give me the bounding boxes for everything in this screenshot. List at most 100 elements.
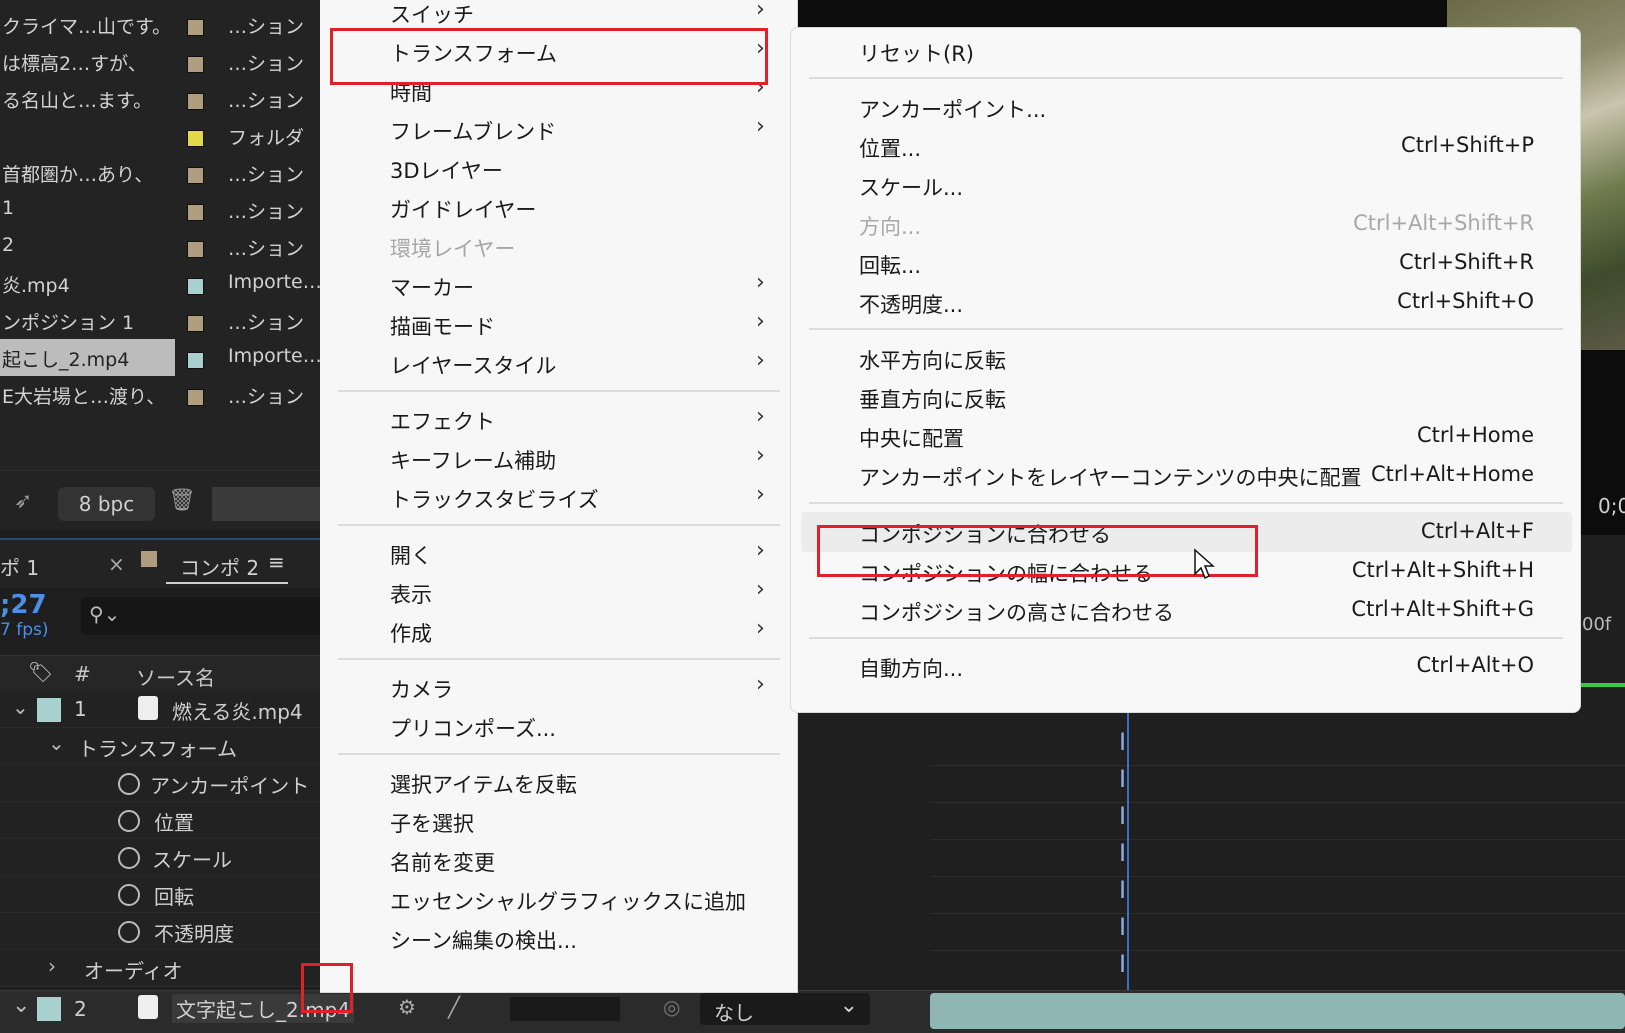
stopwatch-icon[interactable] <box>118 847 140 869</box>
submenu-item-fit-to-comp-height[interactable]: コンポジションの高さに合わせる Ctrl+Alt+Shift+G <box>791 590 1582 630</box>
property-row[interactable]: 不透明度 <box>0 913 322 950</box>
transform-group-row[interactable]: ⌄ トランスフォーム <box>0 728 322 765</box>
submenu-item-rotation[interactable]: 回転... Ctrl+Shift+R <box>791 243 1582 283</box>
layer-clip-bar[interactable] <box>930 993 1625 1029</box>
project-item[interactable]: は標高2…すが、 …ション <box>0 43 322 80</box>
keyframe-marker[interactable]: I <box>1119 913 1126 941</box>
layer-row-1[interactable]: ⌄ 1 燃える炎.mp4 <box>0 691 322 728</box>
menu-item-add-essential-graphics[interactable]: エッセンシャルグラフィックスに追加 <box>320 879 798 919</box>
submenu-item-center-anchor[interactable]: アンカーポイントをレイヤーコンテンツの中央に配置 Ctrl+Alt+Home <box>791 455 1582 495</box>
trash-icon[interactable]: 🗑 <box>168 488 196 513</box>
submenu-item-center-in-view[interactable]: 中央に配置 Ctrl+Home <box>791 416 1582 456</box>
menu-item-layer-style[interactable]: レイヤースタイル › <box>320 343 798 383</box>
column-source-name[interactable]: ソース名 <box>136 662 215 691</box>
label-swatch[interactable] <box>187 204 204 221</box>
chevron-down-icon[interactable]: ⌄ <box>48 731 65 755</box>
tab-comp-2[interactable]: コンポ 2 <box>180 552 259 581</box>
footer-scrollbar[interactable] <box>212 487 322 521</box>
keyframe-marker[interactable]: I <box>1119 876 1126 904</box>
menu-item-invert-selection[interactable]: 選択アイテムを反転 <box>320 762 798 802</box>
project-item[interactable]: E大岩場と…渡り、 …ション <box>0 376 322 413</box>
label-swatch[interactable] <box>187 389 204 406</box>
submenu-item-anchor-point[interactable]: アンカーポイント... <box>791 87 1582 127</box>
menu-item-frame-blend[interactable]: フレームブレンド › <box>320 109 798 149</box>
tab-menu-icon[interactable]: ≡ <box>268 550 285 574</box>
menu-item-open[interactable]: 開く › <box>320 533 798 573</box>
timecode[interactable]: ;27 <box>0 590 47 620</box>
label-swatch[interactable] <box>187 241 204 258</box>
label-swatch[interactable] <box>37 997 61 1021</box>
submenu-item-reset[interactable]: リセット(R) <box>791 31 1582 71</box>
label-swatch[interactable] <box>187 130 204 147</box>
label-swatch[interactable] <box>37 698 61 722</box>
project-item[interactable]: 炎.mp4 Importe… <box>0 265 322 302</box>
menu-item-track-stabilize[interactable]: トラックスタビライズ › <box>320 477 798 517</box>
tab-comp-1[interactable]: ポ 1 <box>0 552 39 581</box>
keyframe-marker[interactable]: I <box>1119 765 1126 793</box>
menu-item-create[interactable]: 作成 › <box>320 611 798 651</box>
stopwatch-icon[interactable] <box>118 773 140 795</box>
keyframe-marker[interactable]: I <box>1119 839 1126 867</box>
layer-row-2[interactable]: ⌄ 2 文字起こし_2.mp4 ⚙ ╱ ◎ なし ⌄ <box>0 990 1625 1033</box>
chevron-down-icon[interactable]: ⌄ <box>12 993 30 1018</box>
submenu-item-flip-horizontal[interactable]: 水平方向に反転 <box>791 338 1582 378</box>
project-item-selected[interactable]: 起こし_2.mp4 Importe… <box>0 339 322 376</box>
label-swatch[interactable] <box>187 167 204 184</box>
label-tag-icon[interactable]: 🏷 <box>28 660 53 684</box>
menu-item-precompose[interactable]: プリコンポーズ... <box>320 706 798 746</box>
flowchart-icon[interactable]: ➶ <box>14 489 32 514</box>
project-item[interactable]: 2 …ション <box>0 228 322 265</box>
tab-close-icon[interactable]: × <box>108 552 125 576</box>
quality-switch-icon[interactable]: ╱ <box>448 995 460 1019</box>
menu-item-blend-mode[interactable]: 描画モード › <box>320 304 798 344</box>
pickwhip-icon[interactable]: ◎ <box>663 995 680 1019</box>
playhead[interactable] <box>1127 705 1129 1033</box>
keyframe-marker[interactable]: I <box>1119 950 1126 978</box>
property-row[interactable]: 回転 <box>0 876 322 913</box>
stopwatch-icon[interactable] <box>118 921 140 943</box>
layer-name[interactable]: 燃える炎.mp4 <box>172 696 303 725</box>
chevron-down-icon[interactable]: ⌄ <box>12 695 29 719</box>
project-item[interactable]: る名山と…ます。 …ション <box>0 80 322 117</box>
stopwatch-icon[interactable] <box>118 810 140 832</box>
menu-item-3d-layer[interactable]: 3Dレイヤー <box>320 148 798 188</box>
keyframe-marker[interactable]: I <box>1119 802 1126 830</box>
submenu-item-flip-vertical[interactable]: 垂直方向に反転 <box>791 377 1582 417</box>
project-item[interactable]: ンポジション 1 …ション <box>0 302 322 339</box>
shy-switch-icon[interactable]: ⚙ <box>398 995 416 1019</box>
label-swatch[interactable] <box>187 315 204 332</box>
label-swatch[interactable] <box>187 93 204 110</box>
menu-item-reveal[interactable]: 表示 › <box>320 572 798 612</box>
project-item[interactable]: クライマ…山です。 …ション <box>0 6 322 43</box>
label-swatch[interactable] <box>187 352 204 369</box>
menu-item-marker[interactable]: マーカー › <box>320 265 798 305</box>
submenu-item-auto-orient[interactable]: 自動方向... Ctrl+Alt+O <box>791 646 1582 686</box>
project-item[interactable]: 首都圏か…あり、 …ション <box>0 154 322 191</box>
timeline-search-input[interactable]: ⚲⌄ <box>81 597 322 635</box>
menu-item-select-children[interactable]: 子を選択 <box>320 801 798 841</box>
audio-group-row[interactable]: › オーディオ <box>0 950 322 987</box>
project-item[interactable]: フォルダ <box>0 117 322 154</box>
menu-item-scene-edit-detection[interactable]: シーン編集の検出... <box>320 918 798 958</box>
property-row[interactable]: アンカーポイント <box>0 765 322 802</box>
submenu-item-opacity[interactable]: 不透明度... Ctrl+Shift+O <box>791 282 1582 322</box>
label-swatch[interactable] <box>187 278 204 295</box>
menu-item-rename[interactable]: 名前を変更 <box>320 840 798 880</box>
menu-item-effect[interactable]: エフェクト › <box>320 399 798 439</box>
submenu-item-position[interactable]: 位置... Ctrl+Shift+P <box>791 126 1582 166</box>
switch-cells[interactable] <box>510 997 620 1021</box>
label-swatch[interactable] <box>187 19 204 36</box>
chevron-right-icon[interactable]: › <box>48 954 56 978</box>
menu-item-guide-layer[interactable]: ガイドレイヤー <box>320 187 798 227</box>
project-item[interactable]: 1 …ション <box>0 191 322 228</box>
menu-item-keyframe-assist[interactable]: キーフレーム補助 › <box>320 438 798 478</box>
property-row[interactable]: スケール <box>0 839 322 876</box>
submenu-item-scale[interactable]: スケール... <box>791 165 1582 205</box>
stopwatch-icon[interactable] <box>118 884 140 906</box>
keyframe-marker[interactable]: I <box>1119 728 1126 756</box>
parent-select[interactable]: なし ⌄ <box>700 993 870 1025</box>
property-row[interactable]: 位置 <box>0 802 322 839</box>
bit-depth-button[interactable]: 8 bpc <box>58 487 155 521</box>
menu-item-camera[interactable]: カメラ › <box>320 667 798 707</box>
label-swatch[interactable] <box>187 56 204 73</box>
